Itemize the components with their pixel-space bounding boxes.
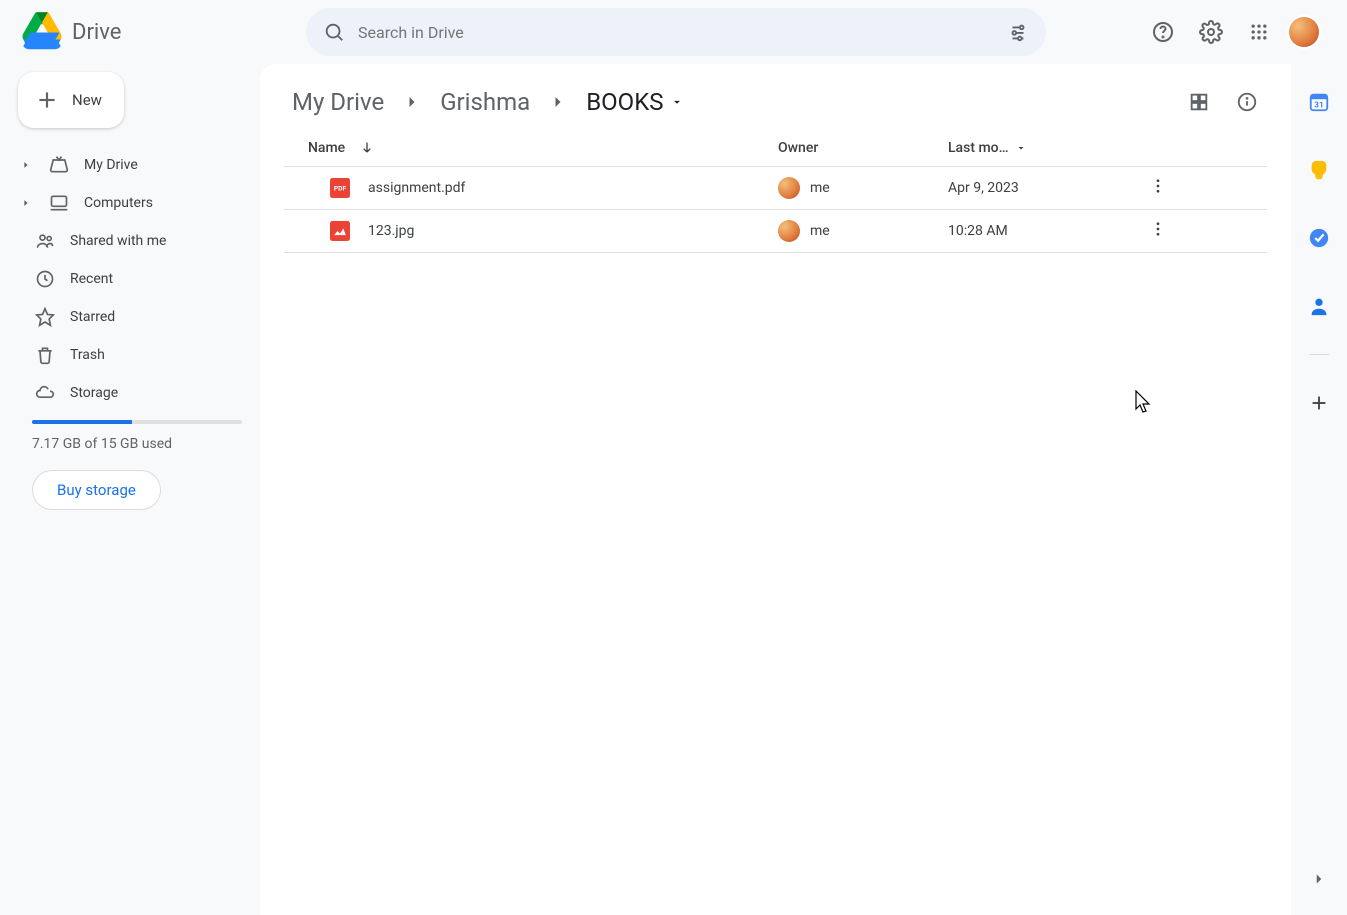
dropdown-icon [1015,142,1027,154]
more-icon[interactable] [1149,177,1167,199]
nav-label: Recent [70,271,113,287]
nav-shared[interactable]: Shared with me [14,222,246,260]
nav-label: My Drive [84,157,138,173]
main-header: My Drive Grishma BOOKS [260,64,1291,130]
chevron-right-icon [396,92,428,112]
svg-text:PDF: PDF [334,185,347,193]
keep-icon[interactable] [1299,150,1339,190]
contacts-icon[interactable] [1299,286,1339,326]
account-avatar[interactable] [1287,15,1321,49]
file-name: assignment.pdf [368,180,465,196]
column-owner-label: Owner [778,140,818,156]
storage-icon [34,383,56,403]
nav-starred[interactable]: Starred [14,298,246,336]
top-right-icons [1143,12,1339,52]
details-icon[interactable] [1227,82,1267,122]
nav-label: Shared with me [70,233,166,249]
top-bar: Drive [0,0,1347,64]
search-bar[interactable] [306,8,1046,56]
buy-storage-button[interactable]: Buy storage [32,470,161,510]
nav-computers[interactable]: Computers [14,184,246,222]
column-owner[interactable]: Owner [778,140,948,156]
expand-icon[interactable] [18,198,34,208]
trash-icon [34,345,56,365]
breadcrumb-current[interactable]: BOOKS [578,84,691,120]
pdf-icon: PDF [330,178,350,198]
nav-storage[interactable]: Storage [14,374,246,412]
file-row[interactable]: 123.jpg me 10:28 AM [284,210,1267,253]
breadcrumb: My Drive Grishma BOOKS [284,84,692,120]
dropdown-icon [670,95,684,109]
computers-icon [48,193,70,213]
support-icon[interactable] [1143,12,1183,52]
sort-down-icon [359,140,375,156]
chevron-right-icon [542,92,574,112]
my-drive-icon [48,155,70,175]
sidebar: New My Drive Computers Shared with me Re… [0,64,260,915]
grid-view-icon[interactable] [1179,82,1219,122]
column-name[interactable]: Name [308,140,778,156]
drive-logo-icon [20,12,64,52]
new-button-label: New [72,91,102,109]
main-header-icons [1179,82,1267,122]
starred-icon [34,307,56,327]
side-panel: 31 [1291,64,1347,915]
owner-avatar [778,177,800,199]
new-button[interactable]: New [18,72,124,128]
storage-fill [32,420,132,424]
storage-text: 7.17 GB of 15 GB used [32,436,246,452]
settings-icon[interactable] [1191,12,1231,52]
column-modified-label: Last mo… [948,140,1009,156]
hide-panel-icon[interactable] [1299,859,1339,899]
breadcrumb-current-label: BOOKS [586,88,663,116]
expand-icon[interactable] [18,160,34,170]
file-name: 123.jpg [368,223,414,239]
breadcrumb-root[interactable]: My Drive [284,84,392,120]
tasks-icon[interactable] [1299,218,1339,258]
column-name-label: Name [308,140,345,156]
nav-label: Starred [70,309,115,325]
apps-grid-icon[interactable] [1239,12,1279,52]
more-icon[interactable] [1149,220,1167,242]
calendar-icon[interactable]: 31 [1299,82,1339,122]
add-addon-icon[interactable] [1299,383,1339,423]
search-icon[interactable] [314,12,354,52]
svg-text:31: 31 [1314,101,1323,111]
file-modified: 10:28 AM [948,223,1008,239]
drive-logo[interactable]: Drive [8,12,258,52]
image-icon [330,221,350,241]
search-options-icon[interactable] [998,12,1038,52]
file-row[interactable]: PDF assignment.pdf me Apr 9, 2023 [284,167,1267,210]
list-header: Name Owner Last mo… [284,130,1267,167]
recent-icon [34,269,56,289]
drive-logo-text: Drive [72,20,121,45]
file-modified: Apr 9, 2023 [948,180,1019,196]
file-owner: me [810,223,830,239]
nav-my-drive[interactable]: My Drive [14,146,246,184]
shared-icon [34,231,56,251]
divider [1309,354,1329,355]
nav-label: Storage [70,385,118,401]
nav-label: Computers [84,195,153,211]
nav-trash[interactable]: Trash [14,336,246,374]
nav-recent[interactable]: Recent [14,260,246,298]
owner-avatar [778,220,800,242]
search-input[interactable] [354,23,998,42]
main-content: My Drive Grishma BOOKS Na [260,64,1291,915]
nav-label: Trash [70,347,105,363]
file-owner: me [810,180,830,196]
storage-bar [32,420,242,424]
column-modified[interactable]: Last mo… [948,140,1138,156]
breadcrumb-mid[interactable]: Grishma [432,84,538,120]
